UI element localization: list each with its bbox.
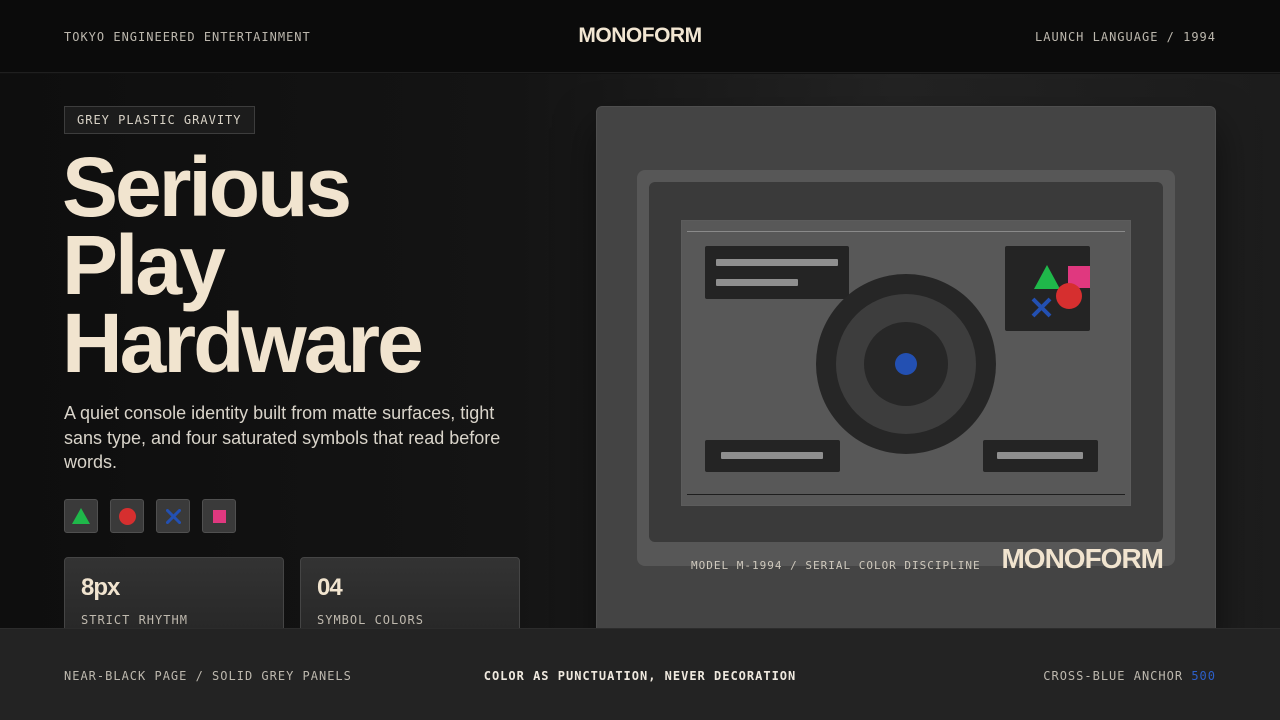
divider [687,494,1125,495]
square-icon [212,509,226,523]
dial-indicator-dot [895,353,917,375]
square-symbol[interactable] [202,499,236,533]
symbol-cluster [1005,246,1090,331]
stat-card-rhythm: 8px STRICT RHYTHM [64,557,284,637]
text-bar [716,279,798,286]
header-launch-label: LAUNCH LANGUAGE / 1994 [1035,30,1216,44]
headline-line: Play [62,218,226,312]
symbol-cluster-icon [1031,265,1090,318]
hero-description: A quiet console identity built from matt… [64,403,501,472]
stat-card-colors: 04 SYMBOL COLORS [300,557,520,637]
text-bar [716,259,838,266]
dial-control [816,274,996,454]
model-caption: MODEL M-1994 / SERIAL COLOR DISCIPLINE [691,559,981,572]
footer-bar: NEAR-BLACK PAGE / SOLID GREY PANELS COLO… [0,628,1280,720]
stat-value: 8px [81,574,120,601]
text-bar [997,452,1083,459]
stat-label: SYMBOL COLORS [317,613,424,627]
hero-headline: Serious Play Hardware [62,140,562,390]
anchor-value: 500 [1191,669,1216,683]
button-block-right [983,440,1098,472]
cross-symbol[interactable] [156,499,190,533]
device-brand-logo: MONOFORM [1001,543,1164,574]
button-block-left [705,440,840,472]
triangle-symbol[interactable] [64,499,98,533]
symbol-row [64,499,236,533]
footer-anchor: CROSS-BLUE ANCHOR 500 [1043,669,1216,683]
anchor-label: CROSS-BLUE ANCHOR [1043,669,1184,683]
console-illustration [637,170,1175,566]
circle-icon [118,507,136,525]
console-bezel [649,182,1163,542]
triangle-icon [72,508,90,524]
circle-symbol[interactable] [110,499,144,533]
cross-icon [165,508,181,524]
text-bar [721,452,823,459]
top-bar: TOKYO ENGINEERED ENTERTAINMENT MONOFORM … [0,0,1280,73]
divider [687,231,1125,232]
info-block [705,246,849,299]
stat-value: 04 [317,574,343,601]
stat-label: STRICT RHYTHM [81,613,188,627]
dial-ring [836,294,976,434]
hero-tag: GREY PLASTIC GRAVITY [64,106,255,134]
device-panel: MODEL M-1994 / SERIAL COLOR DISCIPLINE M… [596,106,1216,646]
headline-line: Serious [62,140,352,234]
headline-line: Hardware [62,296,424,390]
dial-core [864,322,948,406]
console-screen [681,220,1131,506]
